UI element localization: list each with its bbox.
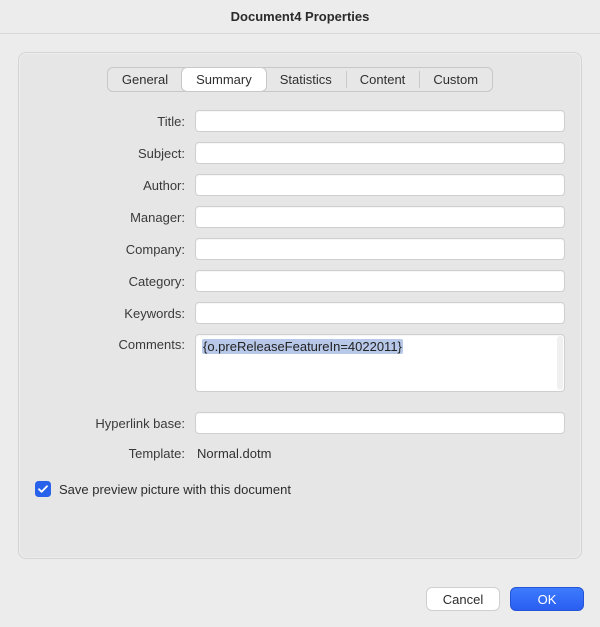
ok-button-label: OK — [538, 592, 557, 607]
summary-form: Title: Subject: Author: Manager: Company… — [35, 110, 565, 463]
manager-label: Manager: — [35, 210, 185, 225]
tab-statistics[interactable]: Statistics — [266, 68, 346, 91]
tab-custom[interactable]: Custom — [419, 68, 492, 91]
subject-input[interactable] — [195, 142, 565, 164]
tab-custom-label: Custom — [433, 72, 478, 87]
comments-label: Comments: — [35, 334, 185, 352]
tab-content[interactable]: Content — [346, 68, 420, 91]
author-label: Author: — [35, 178, 185, 193]
tab-general-label: General — [122, 72, 168, 87]
manager-input[interactable] — [195, 206, 565, 228]
tabs-container: General Summary Statistics Content Custo… — [35, 67, 565, 92]
properties-window: Document4 Properties General Summary Sta… — [0, 0, 600, 627]
ok-button[interactable]: OK — [510, 587, 584, 611]
category-input[interactable] — [195, 270, 565, 292]
author-input[interactable] — [195, 174, 565, 196]
template-value: Normal.dotm — [195, 444, 565, 463]
cancel-button[interactable]: Cancel — [426, 587, 500, 611]
comments-wrap: {o.preReleaseFeatureIn=4022011} — [195, 334, 565, 392]
subject-label: Subject: — [35, 146, 185, 161]
button-bar: Cancel OK — [0, 577, 600, 627]
hyperlink-base-input[interactable] — [195, 412, 565, 434]
tab-summary-label: Summary — [196, 72, 252, 87]
company-input[interactable] — [195, 238, 565, 260]
summary-panel: General Summary Statistics Content Custo… — [18, 52, 582, 559]
window-title: Document4 Properties — [231, 9, 370, 24]
title-input[interactable] — [195, 110, 565, 132]
checkmark-icon — [37, 483, 49, 495]
title-label: Title: — [35, 114, 185, 129]
hyperlink-base-label: Hyperlink base: — [35, 416, 185, 431]
tab-statistics-label: Statistics — [280, 72, 332, 87]
tab-content-label: Content — [360, 72, 406, 87]
comments-value: {o.preReleaseFeatureIn=4022011} — [202, 339, 403, 354]
company-label: Company: — [35, 242, 185, 257]
save-preview-label: Save preview picture with this document — [59, 482, 291, 497]
save-preview-checkbox[interactable] — [35, 481, 51, 497]
template-label: Template: — [35, 446, 185, 461]
tab-general[interactable]: General — [108, 68, 182, 91]
tab-summary[interactable]: Summary — [182, 68, 266, 91]
keywords-label: Keywords: — [35, 306, 185, 321]
category-label: Category: — [35, 274, 185, 289]
save-preview-row[interactable]: Save preview picture with this document — [35, 481, 565, 497]
window-titlebar: Document4 Properties — [0, 0, 600, 34]
keywords-input[interactable] — [195, 302, 565, 324]
content-area: General Summary Statistics Content Custo… — [0, 34, 600, 577]
cancel-button-label: Cancel — [443, 592, 483, 607]
comments-input[interactable]: {o.preReleaseFeatureIn=4022011} — [195, 334, 565, 392]
tab-strip: General Summary Statistics Content Custo… — [107, 67, 493, 92]
